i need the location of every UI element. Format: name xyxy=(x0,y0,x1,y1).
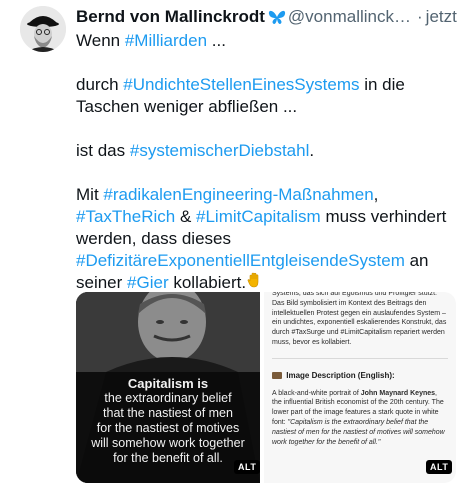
quote-line: for the benefit of all. xyxy=(113,451,223,465)
avatar[interactable] xyxy=(20,6,66,52)
quote-title: Capitalism is xyxy=(127,376,209,391)
alt-badge[interactable]: ALT xyxy=(426,460,453,474)
text: A black-and-white portrait of xyxy=(272,389,361,397)
paragraph: durch #UndichteStellenEinesSystems in di… xyxy=(76,74,460,118)
german-description: Systems, das sich auf Egoismus und Profi… xyxy=(272,292,447,346)
quote-image[interactable]: Capitalism is the extraordinary belief t… xyxy=(76,292,260,483)
text: Mit xyxy=(76,185,104,204)
heading-text: Image Description (English): xyxy=(286,370,395,380)
paragraph: ist das #systemischerDiebstahl. xyxy=(76,140,460,162)
quote-line: for the nastiest of motives xyxy=(96,421,240,435)
quote-italic: "Capitalism is the extraordinary belief … xyxy=(272,418,445,446)
text: Wenn xyxy=(76,31,125,50)
alt-badge[interactable]: ALT xyxy=(234,460,261,474)
text: kollabiert. xyxy=(168,273,247,292)
media-grid: Capitalism is the extraordinary belief t… xyxy=(76,292,456,483)
divider xyxy=(272,357,448,359)
blue-butterfly-icon xyxy=(268,9,286,31)
hashtag-link[interactable]: #DefizitäreExponentiellEntgleisendeSyste… xyxy=(76,251,405,270)
hashtag-link[interactable]: #TaxTheRich xyxy=(76,207,175,226)
author-name[interactable]: Bernd von Mallinckrodt xyxy=(76,7,265,26)
post-text: Wenn #Milliarden ... durch #UndichteStel… xyxy=(76,30,460,295)
hashtag-link[interactable]: #LimitCapitalism xyxy=(196,207,321,226)
paragraph: Mit #radikalenEngineering-Maßnahmen, #Ta… xyxy=(76,184,460,295)
hashtag-link[interactable]: #UndichteStellenEinesSystems xyxy=(123,75,359,94)
text: durch xyxy=(76,75,124,94)
post-header: Bernd von Mallinckrodt @vonmallinck… · jetz… xyxy=(76,6,468,28)
text: ... xyxy=(207,31,226,50)
description-document: Systems, das sich auf Egoismus und Profi… xyxy=(272,292,448,447)
hashtag-link[interactable]: #radikalenEngineering-Maßnahmen xyxy=(103,185,373,204)
quote-line: the extraordinary belief xyxy=(104,391,232,405)
text: . xyxy=(309,141,315,160)
hashtag-link[interactable]: #Gier xyxy=(127,273,169,292)
description-image[interactable]: Systems, das sich auf Egoismus und Profi… xyxy=(264,292,456,483)
separator-dot: · xyxy=(417,7,423,26)
quote-text: Capitalism is the extraordinary belief t… xyxy=(76,376,260,466)
author-handle[interactable]: @vonmallinck… xyxy=(288,7,411,26)
text: ist das xyxy=(76,141,130,160)
english-heading: Image Description (English): xyxy=(272,371,448,381)
name-text: John Maynard Keynes xyxy=(360,389,436,397)
hashtag-link[interactable]: #Milliarden xyxy=(125,31,207,50)
post-timestamp[interactable]: jetzt xyxy=(426,7,457,26)
text: , xyxy=(373,185,379,204)
paragraph: Wenn #Milliarden ... xyxy=(76,30,460,52)
hashtag-link[interactable]: #systemischerDiebstahl xyxy=(130,141,310,160)
quote-line: will somehow work together xyxy=(91,436,245,450)
text: & xyxy=(175,207,197,226)
quote-line: that the nastiest of men xyxy=(103,406,233,420)
camera-icon xyxy=(272,371,282,379)
english-description: A black-and-white portrait of John Mayna… xyxy=(272,389,448,448)
